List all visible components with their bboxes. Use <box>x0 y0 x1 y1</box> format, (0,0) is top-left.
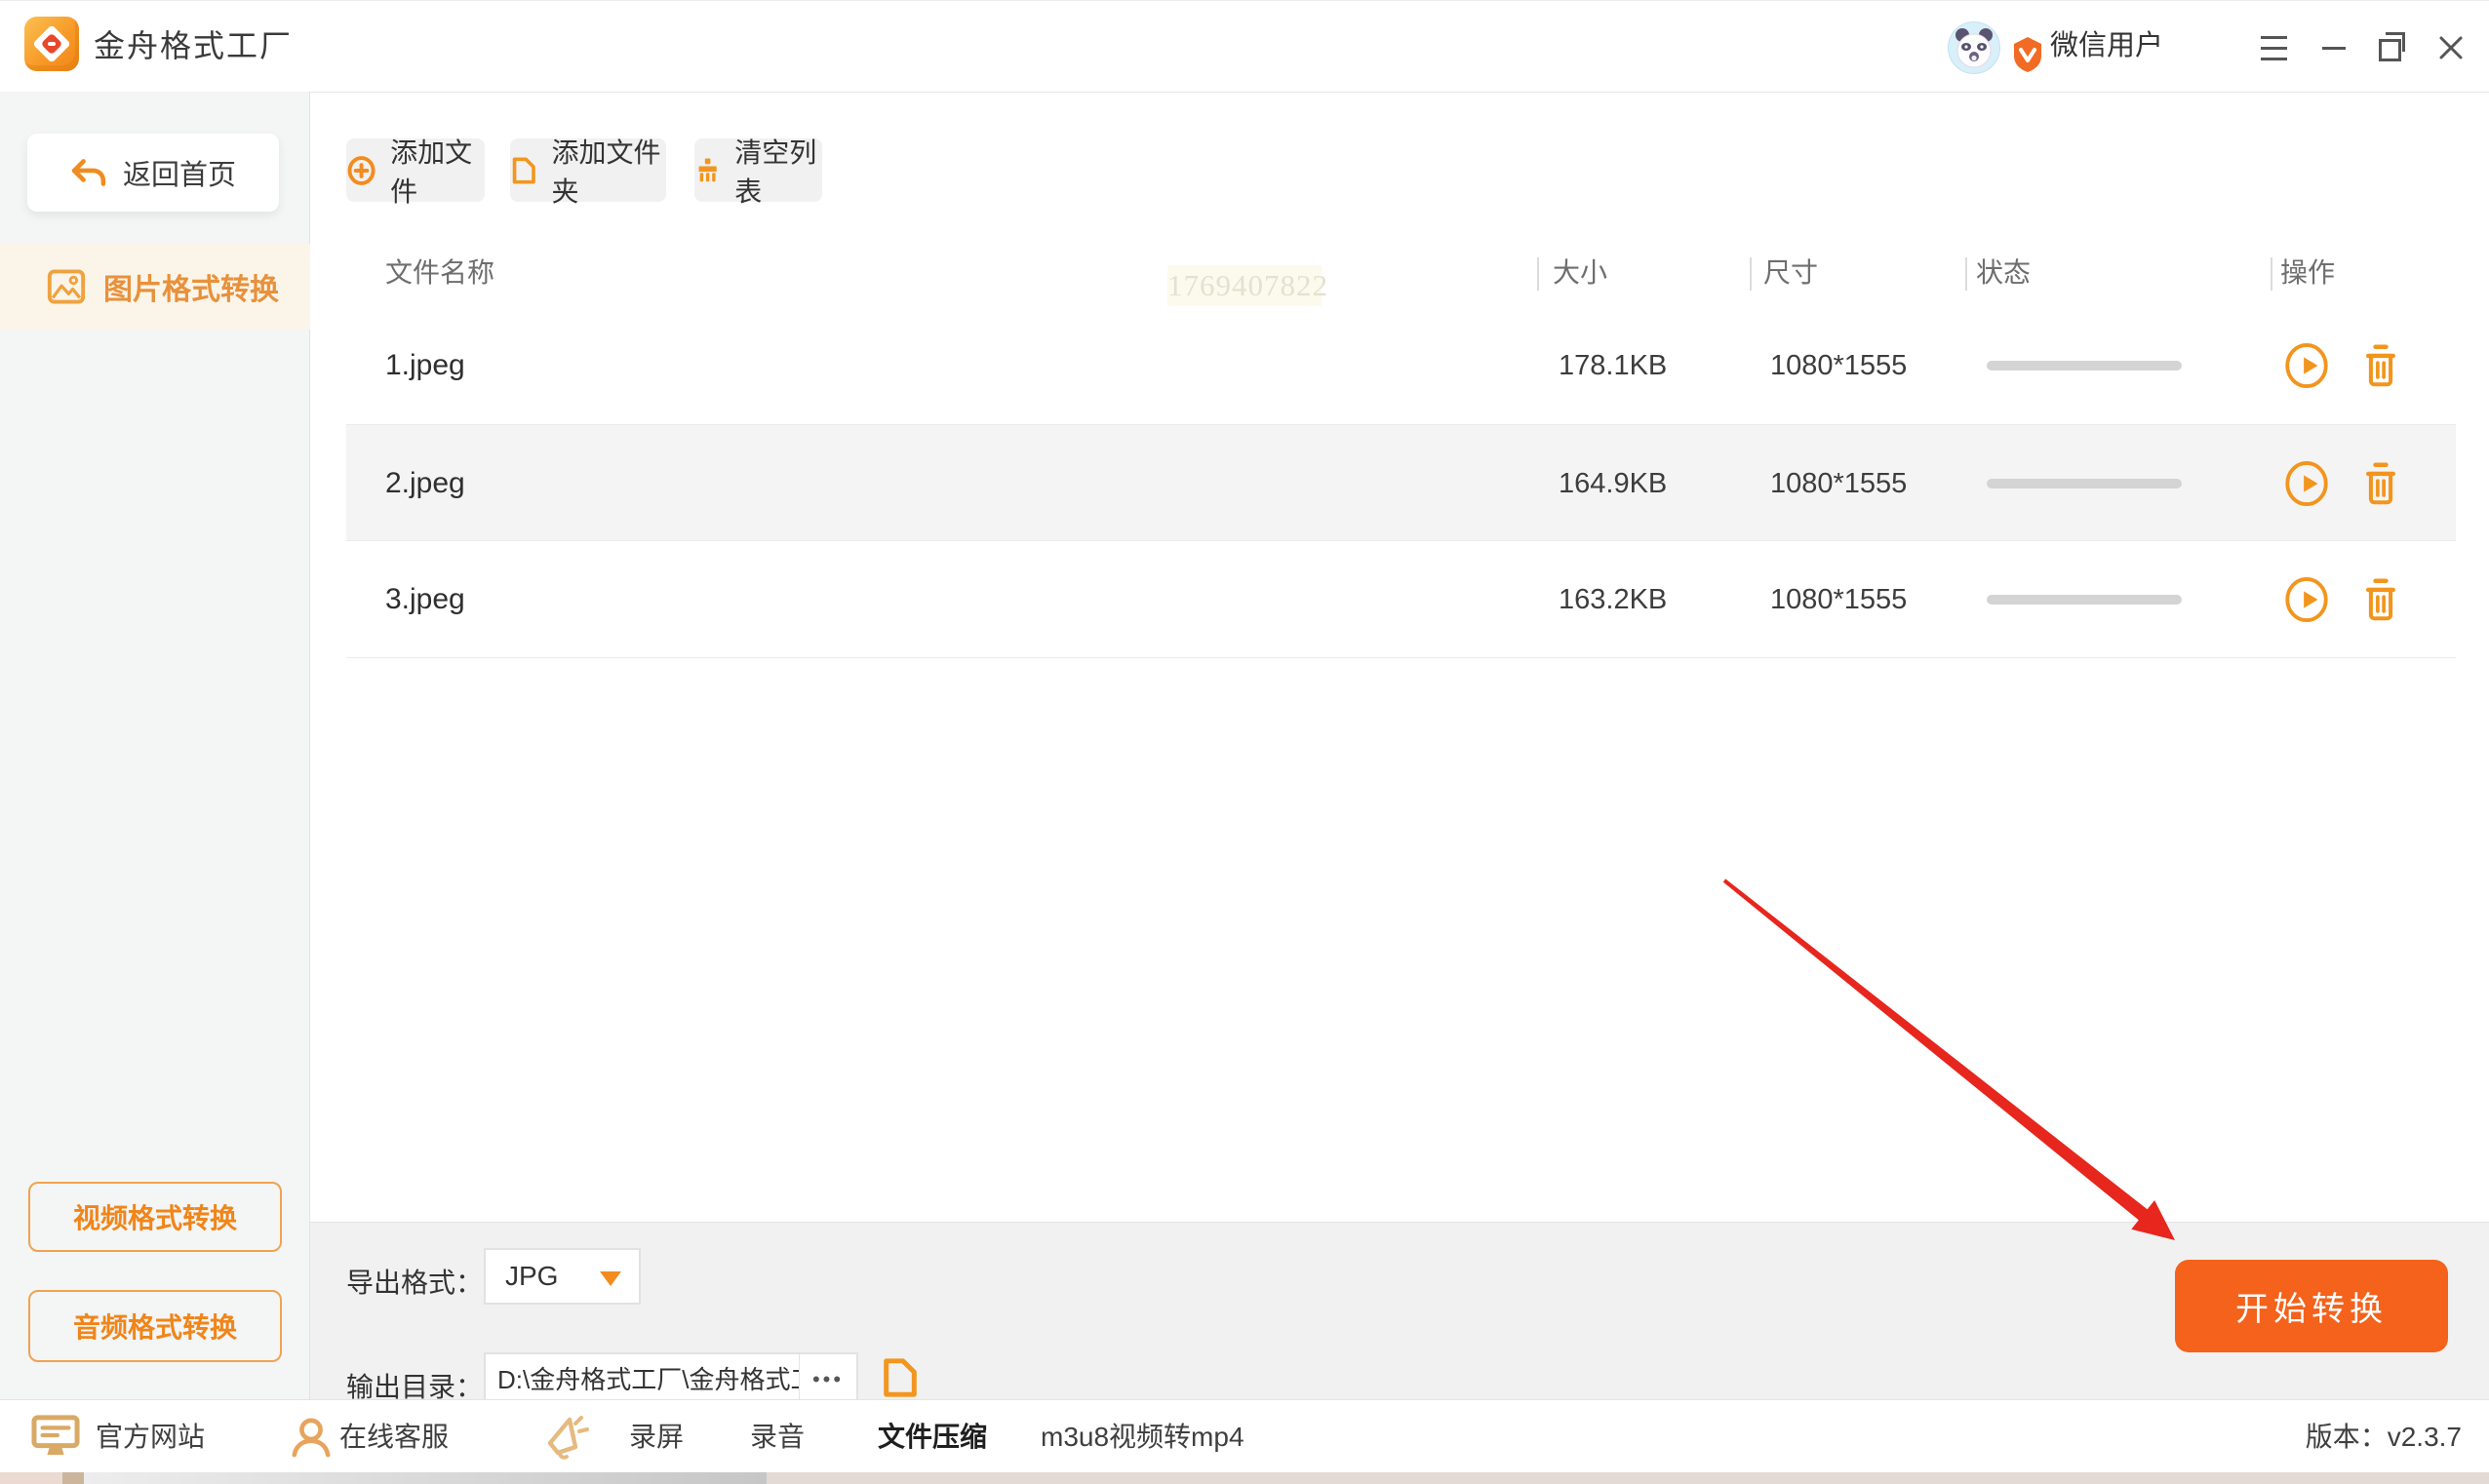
play-icon <box>2284 576 2329 623</box>
sidebar-item-image-convert[interactable]: 图片格式转换 <box>0 244 310 330</box>
circle-plus-icon <box>346 153 376 188</box>
title-bar: 金舟格式工厂 微信用户 <box>0 0 2489 93</box>
play-icon <box>2284 460 2329 507</box>
progress-bar <box>1987 361 2182 371</box>
col-actions: 操作 <box>2280 246 2335 307</box>
minimize-button[interactable] <box>2311 26 2356 69</box>
col-filename: 文件名称 <box>385 246 494 307</box>
person-icon <box>289 1416 334 1459</box>
minimize-icon <box>2322 47 2346 50</box>
add-file-button[interactable]: 添加文件 <box>346 138 485 202</box>
video-convert-label: 视频格式转换 <box>73 1197 237 1236</box>
footer-audio-record[interactable]: 录音 <box>750 1400 805 1473</box>
video-convert-button[interactable]: 视频格式转换 <box>28 1182 282 1252</box>
menu-button[interactable] <box>2251 26 2296 69</box>
add-folder-label: 添加文件夹 <box>552 132 666 210</box>
file-dimensions: 1080*1555 <box>1770 425 1907 542</box>
progress-bar <box>1987 479 2182 488</box>
megaphone-icon <box>542 1412 589 1461</box>
browse-dots-button[interactable]: ••• <box>799 1354 856 1405</box>
footer-official-site[interactable]: 官方网站 <box>96 1400 205 1473</box>
audio-convert-button[interactable]: 音频格式转换 <box>28 1290 282 1362</box>
hamburger-icon <box>2261 36 2287 60</box>
add-file-label: 添加文件 <box>390 132 485 210</box>
file-name: 1.jpeg <box>385 307 465 424</box>
trash-icon <box>2359 342 2402 389</box>
audio-convert-label: 音频格式转换 <box>73 1307 237 1346</box>
file-size: 164.9KB <box>1559 425 1667 542</box>
close-button[interactable] <box>2429 26 2473 69</box>
taskbar-sliver <box>0 1472 2489 1484</box>
col-size: 大小 <box>1553 246 1607 307</box>
trash-icon <box>2359 460 2402 507</box>
app-title: 金舟格式工厂 <box>94 1 293 92</box>
delete-button[interactable] <box>2357 342 2404 389</box>
footer-screen-record[interactable]: 录屏 <box>629 1400 684 1473</box>
clear-list-label: 清空列表 <box>734 132 822 210</box>
app-window: 金舟格式工厂 微信用户 <box>0 0 2489 1484</box>
back-home-label: 返回首页 <box>123 152 236 193</box>
col-status: 状态 <box>1976 246 2031 307</box>
file-icon <box>510 152 538 189</box>
progress-bar <box>1987 595 2182 605</box>
export-format-value: JPG <box>505 1261 558 1292</box>
delete-button[interactable] <box>2357 576 2404 623</box>
vip-badge-icon <box>2011 36 2044 73</box>
file-dimensions: 1080*1555 <box>1770 541 1907 658</box>
start-convert-label: 开始转换 <box>2235 1282 2388 1330</box>
table-row: 1.jpeg 178.1KB 1080*1555 <box>346 307 2456 424</box>
delete-button[interactable] <box>2357 460 2404 507</box>
start-convert-button[interactable]: 开始转换 <box>2175 1260 2448 1352</box>
chevron-down-icon <box>600 1271 621 1286</box>
convert-play-button[interactable] <box>2283 342 2330 389</box>
restore-button[interactable] <box>2370 26 2415 69</box>
clear-list-button[interactable]: 清空列表 <box>694 138 822 202</box>
monitor-icon <box>31 1414 80 1459</box>
sidebar-item-label: 图片格式转换 <box>103 265 279 308</box>
return-arrow-icon <box>70 157 107 188</box>
footer-bar: 官方网站 在线客服 录屏 录音 文件压缩 m3u8视频转mp4 版本：v2.3.… <box>0 1399 2489 1472</box>
file-name: 3.jpeg <box>385 541 465 658</box>
table-row: 2.jpeg 164.9KB 1080*1555 <box>346 424 2456 541</box>
trash-icon <box>2359 576 2402 623</box>
output-dir-value[interactable]: D:\金舟格式工厂\金舟格式工 <box>486 1354 799 1405</box>
back-home-button[interactable]: 返回首页 <box>27 134 279 212</box>
folder-icon <box>880 1354 921 1401</box>
convert-play-button[interactable] <box>2283 460 2330 507</box>
footer-online-support[interactable]: 在线客服 <box>339 1400 449 1473</box>
app-logo-icon <box>24 17 79 71</box>
sidebar: 返回首页 图片格式转换 视频格式转换 音频格式转换 <box>0 92 310 1399</box>
play-icon <box>2284 342 2329 389</box>
footer-file-compress[interactable]: 文件压缩 <box>878 1400 987 1473</box>
open-folder-button[interactable] <box>880 1354 921 1401</box>
file-dimensions: 1080*1555 <box>1770 307 1907 424</box>
file-size: 163.2KB <box>1559 541 1667 658</box>
col-dimensions: 尺寸 <box>1763 246 1818 307</box>
restore-icon <box>2379 39 2401 61</box>
broom-icon <box>694 153 721 188</box>
user-avatar[interactable] <box>1948 21 2000 74</box>
user-name[interactable]: 微信用户 <box>2050 1 2163 92</box>
watermark: 1769407822 <box>1167 265 1322 306</box>
file-size: 178.1KB <box>1559 307 1667 424</box>
footer-m3u8-convert[interactable]: m3u8视频转mp4 <box>1041 1400 1244 1473</box>
output-settings-panel: 导出格式： JPG 输出目录： D:\金舟格式工厂\金舟格式工 ••• <box>310 1222 2489 1399</box>
export-format-label: 导出格式： <box>346 1262 483 1301</box>
table-header: 文件名称 大小 尺寸 状态 操作 <box>346 246 2456 308</box>
file-name: 2.jpeg <box>385 425 465 542</box>
image-icon <box>47 269 86 304</box>
table-row: 3.jpeg 163.2KB 1080*1555 <box>346 541 2456 658</box>
close-icon <box>2438 35 2464 60</box>
version-label: 版本：v2.3.7 <box>2306 1400 2462 1473</box>
convert-play-button[interactable] <box>2283 576 2330 623</box>
add-folder-button[interactable]: 添加文件夹 <box>510 138 666 202</box>
export-format-select[interactable]: JPG <box>484 1248 641 1305</box>
